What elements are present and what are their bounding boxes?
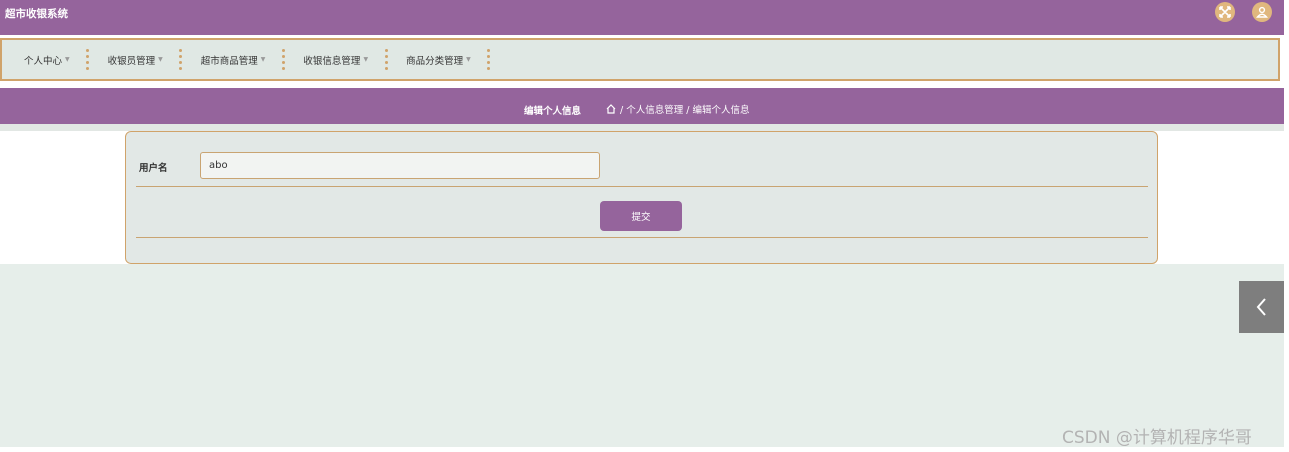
breadcrumb: / 个人信息管理 / 编辑个人信息 [606,102,749,116]
breadcrumb-bar: 编辑个人信息 / 个人信息管理 / 编辑个人信息 [0,88,1284,124]
content-background [0,264,1284,447]
caret-down-icon: ▼ [158,56,163,63]
sidebar-toggle-button[interactable] [1239,281,1284,333]
chevron-left-icon [1256,298,1266,316]
top-header: 超市收银系统 [0,0,1284,35]
nav-item-label: 超市商品管理 [200,55,258,67]
watermark: CSDN @计算机程序华哥 [1062,428,1252,448]
nav-separator [384,48,388,71]
nav-separator [179,48,183,71]
main-nav: 个人中心 ▼ 收银员管理 ▼ 超市商品管理 ▼ 收银信息管理 ▼ 商品分类管理 … [0,38,1280,81]
app-title: 超市收银系统 [5,8,68,20]
nav-item-personal-center[interactable]: 个人中心 ▼ [24,53,70,67]
edit-profile-form: 用户名 提交 [125,131,1158,264]
fullscreen-icon[interactable] [1215,2,1235,22]
caret-down-icon: ▼ [260,56,266,63]
caret-down-icon: ▼ [466,56,471,63]
nav-item-label: 个人中心 [24,55,63,67]
nav-separator [281,48,285,71]
form-divider [136,237,1148,238]
nav-item-cashier-management[interactable]: 收银员管理 ▼ [108,53,163,67]
nav-item-label: 商品分类管理 [406,55,464,67]
form-divider [136,186,1148,187]
submit-button[interactable]: 提交 [600,201,682,231]
nav-item-category-management[interactable]: 商品分类管理 ▼ [406,53,471,67]
breadcrumb-path[interactable]: / 个人信息管理 / 编辑个人信息 [620,102,749,116]
nav-item-label: 收银信息管理 [303,55,361,67]
username-label: 用户名 [139,163,168,174]
nav-item-label: 收银员管理 [107,55,156,67]
user-icon[interactable] [1252,2,1272,22]
caret-down-icon: ▼ [65,56,70,63]
username-input[interactable] [200,152,600,179]
nav-item-checkout-management[interactable]: 收银信息管理 ▼ [303,53,368,67]
content-top-strip [0,124,1284,131]
nav-item-product-management[interactable]: 超市商品管理 ▼ [201,53,266,67]
caret-down-icon: ▼ [363,56,369,63]
nav-separator [86,48,90,71]
page-title: 编辑个人信息 [524,106,582,117]
nav-separator [487,48,491,71]
home-icon[interactable] [606,104,616,114]
